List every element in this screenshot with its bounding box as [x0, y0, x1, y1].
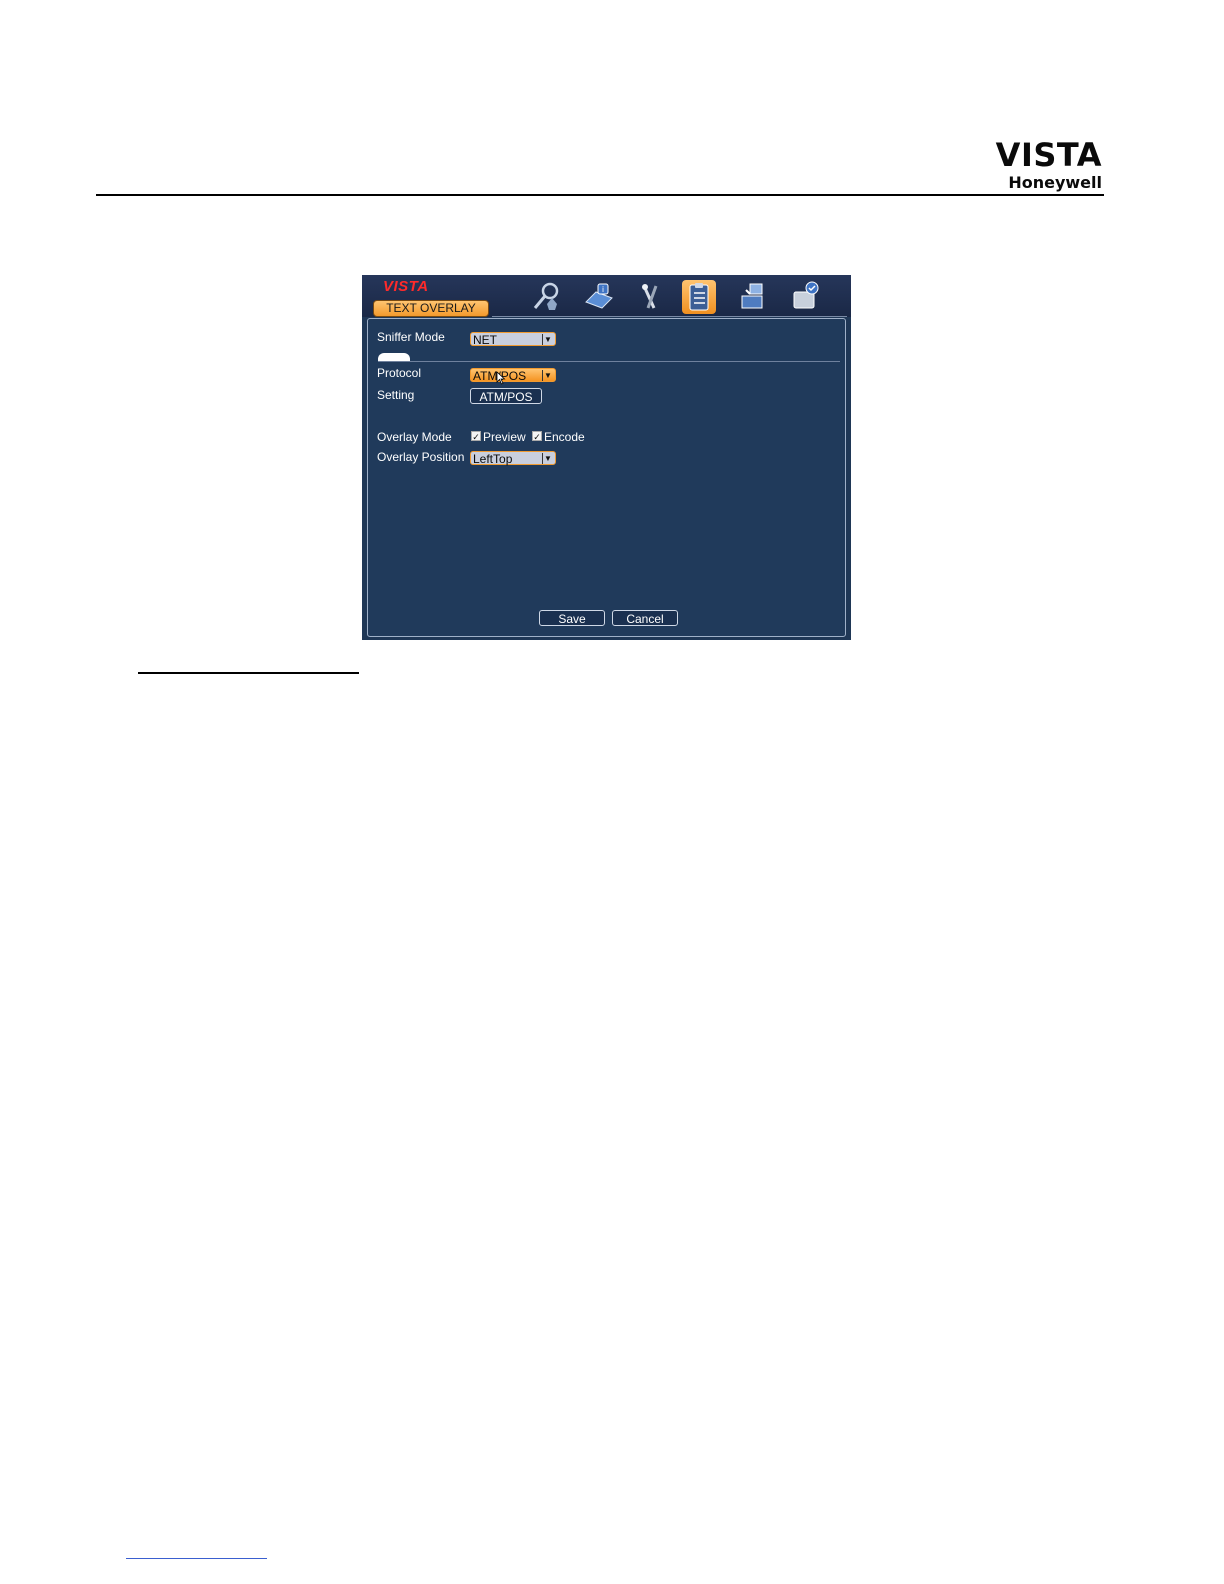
encode-checkbox[interactable]: ✓: [532, 431, 542, 442]
disk-icon[interactable]: [788, 280, 822, 314]
search-person-icon[interactable]: [530, 280, 564, 314]
brand-vista: VISTA: [995, 136, 1102, 174]
overlay-mode-label: Overlay Mode: [377, 430, 452, 444]
caption-rule: [138, 672, 359, 674]
content-panel: [367, 318, 846, 637]
info-book-icon[interactable]: i: [582, 280, 616, 314]
overlay-position-label: Overlay Position: [377, 450, 465, 464]
save-button[interactable]: Save: [539, 610, 605, 626]
network-icon[interactable]: [736, 280, 770, 314]
brand-logo: VISTA Honeywell: [996, 138, 1102, 192]
brand-honeywell: Honeywell: [1008, 173, 1102, 192]
footer-link-underline: [126, 1558, 267, 1559]
clipboard-settings-icon[interactable]: [682, 280, 716, 314]
dvr-window: VISTA TEXT OVERLAY i Sniffer Mode NET ▼ …: [362, 275, 851, 640]
preview-checkbox[interactable]: ✓: [471, 431, 481, 442]
sniffer-mode-value: NET: [473, 333, 497, 347]
preview-label: Preview: [483, 430, 526, 444]
protocol-label: Protocol: [377, 366, 422, 380]
overlay-position-select[interactable]: LeftTop ▼: [470, 451, 556, 466]
overlay-position-value: LeftTop: [473, 452, 513, 466]
protocol-select[interactable]: ATM/POS ▼: [470, 368, 556, 383]
sub-tab[interactable]: [378, 353, 410, 361]
tools-icon[interactable]: [634, 280, 668, 314]
separator: [378, 361, 840, 362]
tab-text-overlay[interactable]: TEXT OVERLAY: [373, 300, 489, 317]
chevron-down-icon: ▼: [542, 370, 553, 381]
mouse-cursor-icon: [496, 371, 506, 385]
cancel-button[interactable]: Cancel: [612, 610, 678, 626]
chevron-down-icon: ▼: [542, 453, 553, 464]
header-rule: [96, 194, 1104, 196]
sniffer-mode-select[interactable]: NET ▼: [470, 332, 556, 347]
encode-label: Encode: [544, 430, 585, 444]
atm-pos-setting-button[interactable]: ATM/POS: [470, 388, 542, 404]
setting-label: Setting: [377, 388, 415, 402]
sniffer-mode-label: Sniffer Mode: [377, 330, 445, 344]
chevron-down-icon: ▼: [542, 334, 553, 345]
svg-text:i: i: [602, 285, 604, 294]
tab-underline: [492, 316, 847, 317]
dvr-logo: VISTA: [383, 278, 429, 295]
